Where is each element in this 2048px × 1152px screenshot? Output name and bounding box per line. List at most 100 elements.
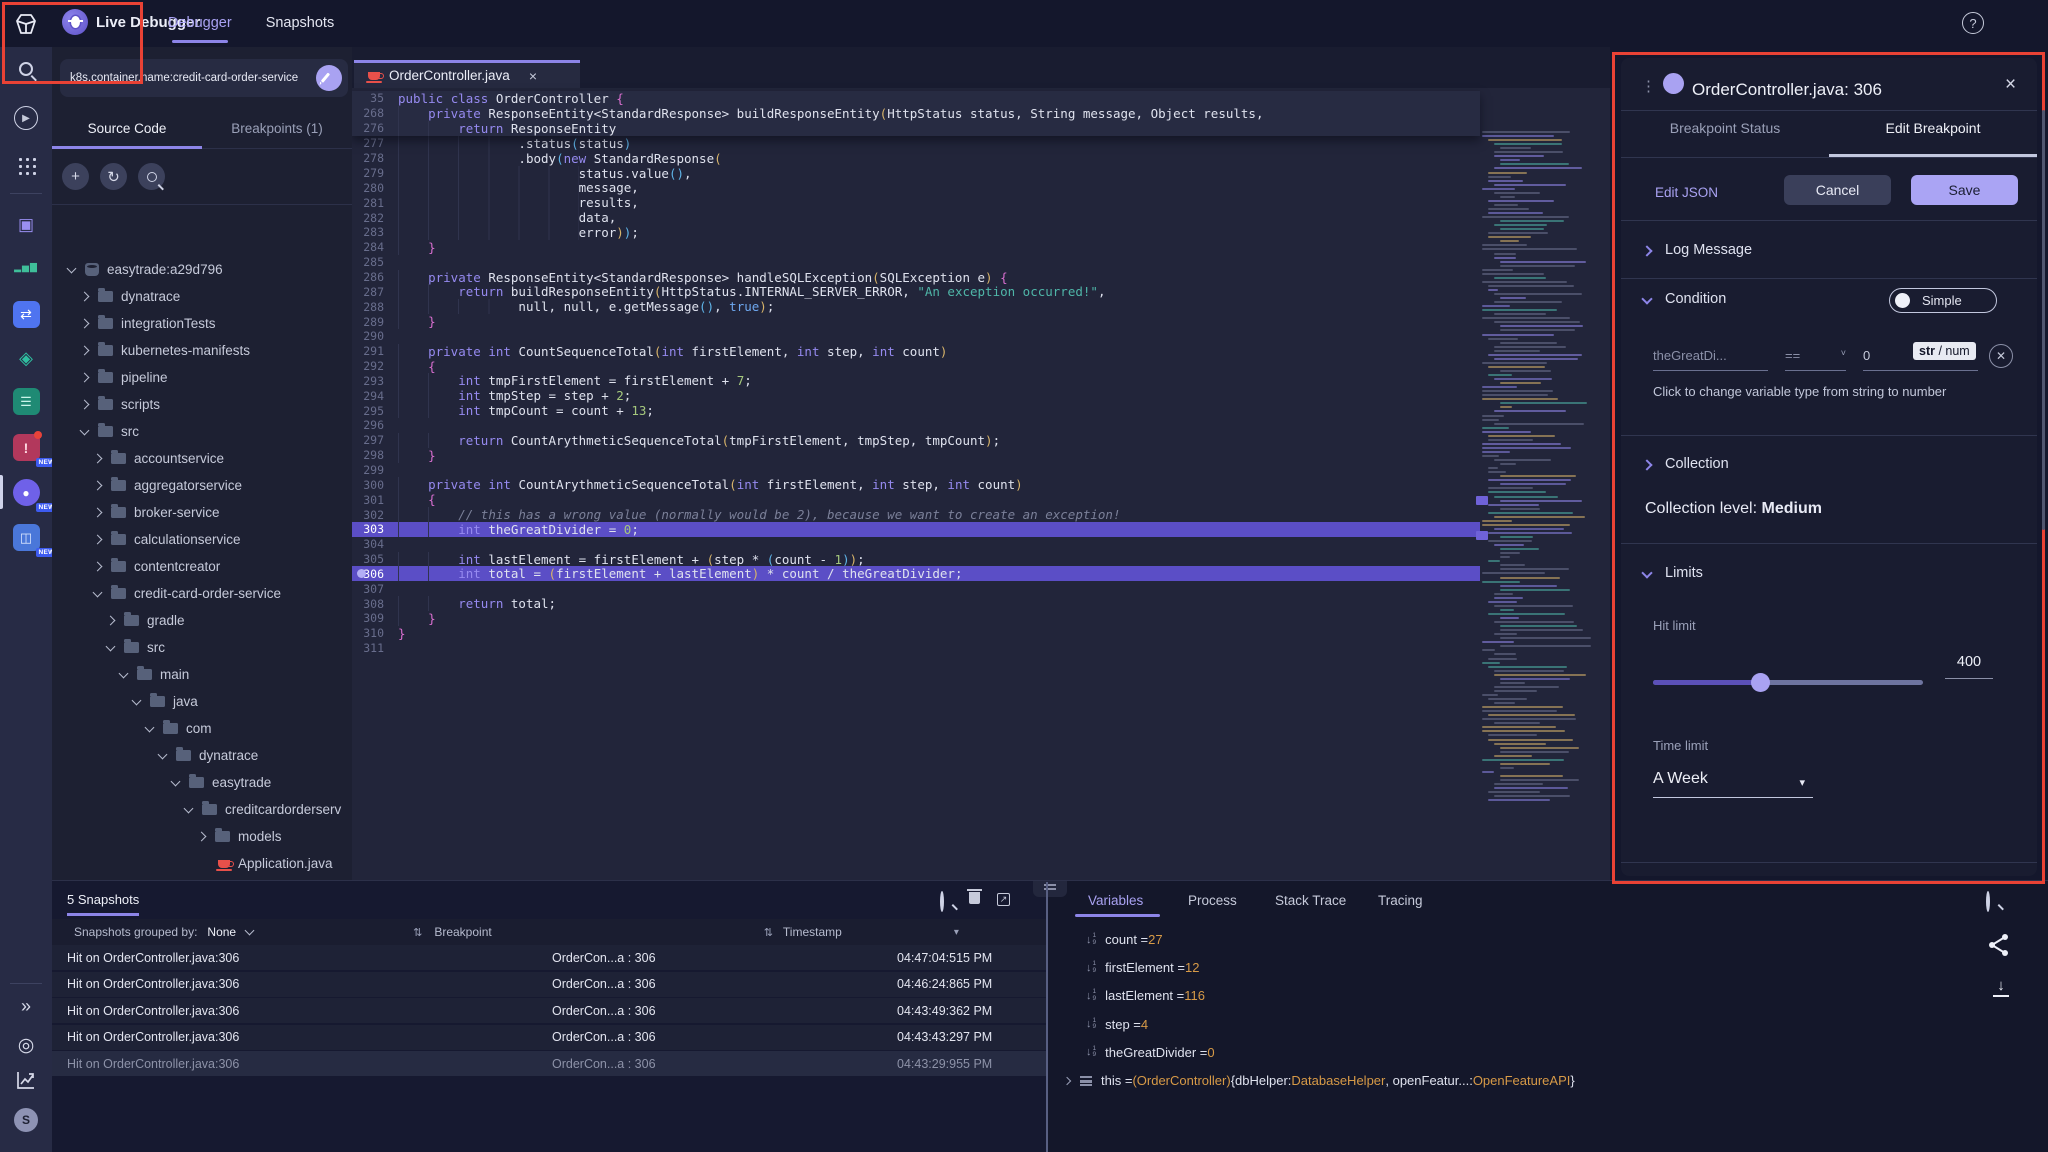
chevron-down-icon[interactable] xyxy=(80,425,90,435)
code-line-302[interactable]: 302 // this has a wrong value (normally … xyxy=(352,507,1480,522)
line-number[interactable]: 287 xyxy=(352,285,398,299)
tree-item-scripts[interactable]: scripts xyxy=(52,391,352,418)
code-line-282[interactable]: 282 data, xyxy=(352,210,1480,225)
line-number[interactable]: 289 xyxy=(352,315,398,329)
line-number[interactable]: 290 xyxy=(352,329,398,343)
chevron-right-icon[interactable] xyxy=(197,832,207,842)
tree-item-accountservice[interactable]: accountservice xyxy=(52,445,352,472)
snapshot-row[interactable]: Hit on OrderController.java:306OrderCon.… xyxy=(52,945,1046,970)
tab-source-code[interactable]: Source Code xyxy=(52,109,202,148)
chevron-right-icon[interactable] xyxy=(93,454,103,464)
teal-3d-icon[interactable]: ◈ xyxy=(0,345,52,372)
avatar[interactable]: S xyxy=(0,1108,52,1132)
red-alert-icon[interactable]: !NEW xyxy=(0,434,52,461)
tab-debugger[interactable]: Debugger xyxy=(168,15,232,31)
chevron-right-icon[interactable] xyxy=(80,346,90,356)
snapshots-search-icon[interactable] xyxy=(940,893,944,911)
code-line-291[interactable]: 291 private int CountSequenceTotal(int f… xyxy=(352,344,1480,359)
code-line-35[interactable]: 35public class OrderController { xyxy=(352,91,1480,106)
code-line-280[interactable]: 280 message, xyxy=(352,181,1480,196)
chevron-down-icon[interactable] xyxy=(93,587,103,597)
line-number[interactable]: 310 xyxy=(352,626,398,640)
line-number[interactable]: 309 xyxy=(352,611,398,625)
chevron-right-icon[interactable] xyxy=(80,319,90,329)
editor-tab-ordercontroller[interactable]: OrderController.java × xyxy=(354,60,580,88)
tree-item-dynatrace[interactable]: dynatrace xyxy=(52,742,352,769)
code-line-290[interactable]: 290 xyxy=(352,329,1480,344)
tree-item-java[interactable]: java xyxy=(52,688,352,715)
chevron-down-icon[interactable] xyxy=(184,803,194,813)
code-line-287[interactable]: 287 return buildResponseEntity(HttpStatu… xyxy=(352,284,1480,299)
code-line-277[interactable]: 277 .status(status) xyxy=(352,136,1480,151)
code-line-295[interactable]: 295 int tmpCount = count + 13; xyxy=(352,403,1480,418)
tree-item-easytrade-a29d796[interactable]: easytrade:a29d796 xyxy=(52,256,352,283)
tree-item-com[interactable]: com xyxy=(52,715,352,742)
line-number[interactable]: 293 xyxy=(352,374,398,388)
code-line-301[interactable]: 301 { xyxy=(352,492,1480,507)
line-number[interactable]: 282 xyxy=(352,211,398,225)
line-number[interactable]: 311 xyxy=(352,641,398,655)
tab-snapshots[interactable]: Snapshots xyxy=(266,15,335,31)
line-number[interactable]: 297 xyxy=(352,433,398,447)
line-number[interactable]: 283 xyxy=(352,225,398,239)
tab-tracing[interactable]: Tracing xyxy=(1378,893,1423,908)
line-number[interactable]: 307 xyxy=(352,582,398,596)
line-number[interactable]: 291 xyxy=(352,344,398,358)
variable-row-step[interactable]: ↓19step = 4 xyxy=(1086,1017,1148,1032)
grouped-by-value[interactable]: None xyxy=(207,925,236,939)
line-number[interactable]: 277 xyxy=(352,136,398,150)
snapshot-row[interactable]: Hit on OrderController.java:306OrderCon.… xyxy=(52,1025,1046,1050)
sort-icon[interactable]: ⇅ xyxy=(764,926,773,939)
green-chart-icon[interactable]: ▂▅▇ xyxy=(0,254,52,281)
line-number[interactable]: 292 xyxy=(352,359,398,373)
tree-item-src[interactable]: src xyxy=(52,418,352,445)
tree-item-aggregatorservice[interactable]: aggregatorservice xyxy=(52,472,352,499)
code-line-304[interactable]: 304 xyxy=(352,537,1480,552)
variable-row-this[interactable]: this = (OrderController) {dbHelper: Data… xyxy=(1064,1073,1575,1088)
code-line-308[interactable]: 308 return total; xyxy=(352,596,1480,611)
tree-item-integrationtests[interactable]: integrationTests xyxy=(52,310,352,337)
line-number[interactable]: 295 xyxy=(352,404,398,418)
code-line-307[interactable]: 307 xyxy=(352,581,1480,596)
resize-handle[interactable] xyxy=(1033,881,1067,897)
chevron-right-icon[interactable] xyxy=(80,292,90,302)
tree-item-dynatrace[interactable]: dynatrace xyxy=(52,283,352,310)
code-line-297[interactable]: 297 return CountArythmeticSequenceTotal(… xyxy=(352,433,1480,448)
code-area[interactable]: 277 .status(status)278 .body(new Standar… xyxy=(352,88,1610,880)
chevron-down-icon[interactable] xyxy=(132,695,142,705)
variable-row-firstElement[interactable]: ↓19firstElement = 12 xyxy=(1086,960,1199,975)
tree-item-application-java[interactable]: Application.java xyxy=(52,850,352,877)
tab-variables[interactable]: Variables xyxy=(1088,893,1143,908)
blue-bucket-icon[interactable]: ◫NEW xyxy=(0,524,52,551)
chevron-right-icon[interactable] xyxy=(106,616,116,626)
code-line-288[interactable]: 288 null, null, e.getMessage(), true); xyxy=(352,299,1480,314)
tree-item-main[interactable]: main xyxy=(52,661,352,688)
chevron-right-icon[interactable] xyxy=(80,400,90,410)
tree-search-button[interactable] xyxy=(138,163,165,190)
code-line-276[interactable]: 276 return ResponseEntity xyxy=(352,121,1480,136)
sort-icon[interactable]: ⇅ xyxy=(413,926,422,939)
code-line-309[interactable]: 309 } xyxy=(352,611,1480,626)
tree-item-easytrade[interactable]: easytrade xyxy=(52,769,352,796)
open-in-new-icon[interactable]: ↗ xyxy=(997,893,1010,906)
variables-search-icon[interactable] xyxy=(1986,893,1990,911)
share-icon[interactable] xyxy=(1988,933,2010,957)
chevron-down-icon[interactable] xyxy=(145,722,155,732)
chevron-right-icon[interactable] xyxy=(93,535,103,545)
delete-snapshots-icon[interactable] xyxy=(969,892,980,904)
snapshot-row[interactable]: Hit on OrderController.java:306OrderCon.… xyxy=(52,998,1046,1023)
line-number[interactable]: 279 xyxy=(352,166,398,180)
chevron-down-icon[interactable] xyxy=(158,749,168,759)
col-timestamp[interactable]: Timestamp xyxy=(783,925,842,939)
lifebuoy-icon[interactable]: ◎ xyxy=(0,1034,52,1057)
line-number[interactable]: 296 xyxy=(352,418,398,432)
line-number[interactable]: 299 xyxy=(352,463,398,477)
green-layers-icon[interactable]: ☰ xyxy=(0,388,52,415)
line-number[interactable]: 294 xyxy=(352,389,398,403)
play-circle-icon[interactable]: ▶ xyxy=(0,106,52,130)
line-number[interactable]: 276 xyxy=(352,121,398,135)
purple-stack-icon[interactable]: ▣ xyxy=(0,211,52,238)
code-line-310[interactable]: 310} xyxy=(352,626,1480,641)
code-line-296[interactable]: 296 xyxy=(352,418,1480,433)
code-line-289[interactable]: 289 } xyxy=(352,314,1480,329)
